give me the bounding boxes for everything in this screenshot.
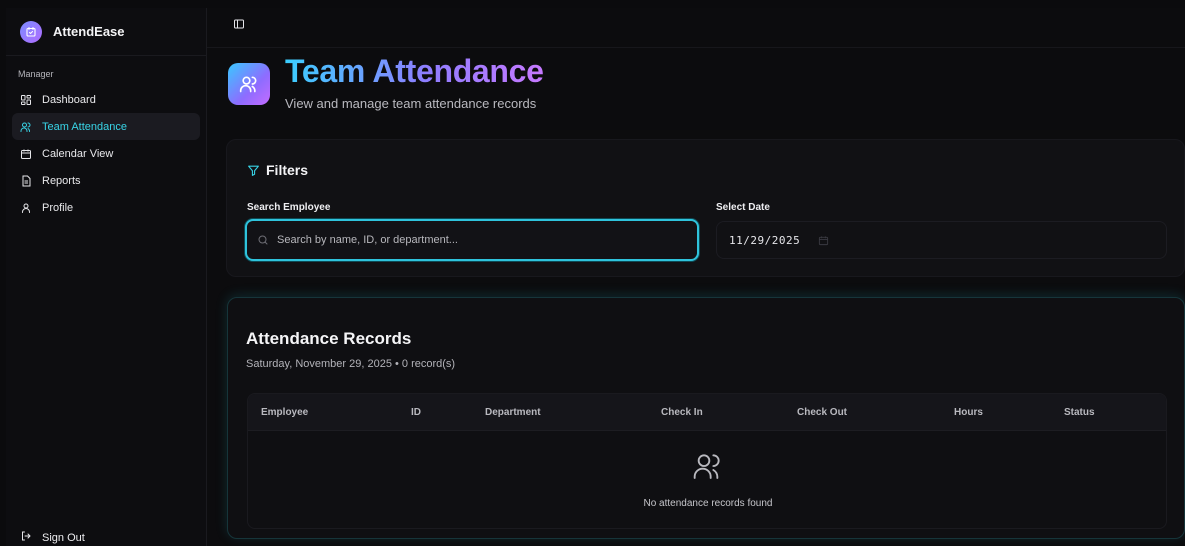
column-header-check-out[interactable]: Check Out bbox=[797, 407, 847, 418]
sidebar-item-label: Reports bbox=[42, 174, 81, 187]
sidebar-toggle-icon[interactable] bbox=[232, 17, 246, 31]
column-header-id[interactable]: ID bbox=[411, 407, 421, 418]
search-input[interactable] bbox=[277, 234, 677, 246]
calendar-icon bbox=[19, 147, 33, 161]
grid-icon bbox=[19, 93, 33, 107]
records-subtitle: Saturday, November 29, 2025 • 0 record(s… bbox=[246, 358, 456, 370]
records-title: Attendance Records bbox=[246, 329, 412, 348]
sidebar-item-label: Dashboard bbox=[42, 93, 96, 106]
filter-icon bbox=[247, 164, 260, 177]
attendance-records-card: Attendance Records Saturday, November 29… bbox=[227, 297, 1185, 539]
date-value: 11/29/2025 bbox=[729, 233, 801, 247]
app-window: AttendEase Manager Dashboard Team Attend… bbox=[6, 8, 1185, 546]
select-date-label: Select Date bbox=[716, 202, 770, 213]
user-icon bbox=[19, 201, 33, 215]
table-header: Employee ID Department Check In Check Ou… bbox=[248, 394, 1166, 431]
column-header-department[interactable]: Department bbox=[485, 407, 541, 418]
file-icon bbox=[19, 174, 33, 188]
empty-state-text: No attendance records found bbox=[643, 498, 773, 509]
sidebar-section-label: Manager bbox=[18, 69, 54, 79]
users-icon bbox=[19, 120, 33, 134]
column-header-employee[interactable]: Employee bbox=[261, 407, 308, 418]
column-header-check-in[interactable]: Check In bbox=[661, 407, 703, 418]
sidebar-nav: Dashboard Team Attendance Calendar View … bbox=[6, 86, 206, 221]
sidebar-item-profile[interactable]: Profile bbox=[12, 194, 200, 221]
attendance-table: Employee ID Department Check In Check Ou… bbox=[247, 393, 1167, 529]
filters-heading: Filters bbox=[247, 162, 308, 178]
column-header-hours[interactable]: Hours bbox=[954, 407, 983, 418]
sign-out-button[interactable]: Sign Out bbox=[20, 530, 85, 545]
column-header-status[interactable]: Status bbox=[1064, 407, 1095, 418]
search-field[interactable] bbox=[245, 219, 699, 261]
search-employee-label: Search Employee bbox=[247, 202, 331, 213]
brand-logo-icon bbox=[20, 20, 42, 43]
sidebar-item-reports[interactable]: Reports bbox=[12, 167, 200, 194]
filters-title: Filters bbox=[266, 162, 309, 178]
sidebar: AttendEase Manager Dashboard Team Attend… bbox=[6, 8, 207, 546]
brand-name: AttendEase bbox=[53, 24, 125, 39]
filters-card: Filters Search Employee Select Date 11/2… bbox=[226, 139, 1185, 277]
sidebar-item-label: Calendar View bbox=[42, 147, 114, 160]
date-input[interactable]: 11/29/2025 bbox=[716, 221, 1167, 259]
sidebar-item-calendar-view[interactable]: Calendar View bbox=[12, 140, 200, 167]
calendar-picker-icon[interactable] bbox=[818, 235, 829, 246]
search-icon bbox=[257, 234, 269, 246]
sidebar-item-label: Profile bbox=[42, 201, 74, 214]
sidebar-item-label: Team Attendance bbox=[42, 120, 128, 133]
top-bar bbox=[207, 8, 1185, 48]
sign-out-icon bbox=[20, 530, 32, 545]
sidebar-item-team-attendance[interactable]: Team Attendance bbox=[12, 113, 200, 140]
team-attendance-icon bbox=[228, 63, 270, 105]
sidebar-item-dashboard[interactable]: Dashboard bbox=[12, 86, 200, 113]
brand[interactable]: AttendEase bbox=[6, 8, 206, 56]
page-title: Team Attendance bbox=[285, 53, 544, 89]
empty-users-icon bbox=[692, 450, 724, 482]
sign-out-label: Sign Out bbox=[42, 531, 85, 544]
page-subtitle: View and manage team attendance records bbox=[285, 96, 537, 111]
